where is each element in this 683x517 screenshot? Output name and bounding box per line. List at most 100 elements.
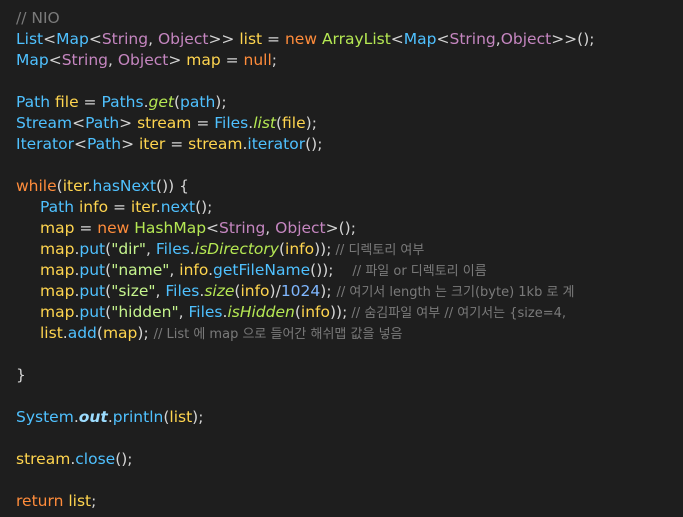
code-line[interactable] (0, 155, 683, 176)
code-line[interactable]: Iterator<Path> iter = stream.iterator(); (0, 134, 683, 155)
code-token: info (285, 240, 315, 258)
code-line[interactable]: } (0, 365, 683, 386)
code-token: new (97, 219, 130, 237)
code-line[interactable]: map.put("name", info.getFileName()); // … (0, 260, 683, 281)
code-line[interactable]: Stream<Path> stream = Files.list(file); (0, 113, 683, 134)
code-token: stream (16, 450, 71, 468)
code-token: info (179, 261, 209, 279)
code-token: iterator (247, 135, 306, 153)
code-line[interactable]: Map<String, Object> map = null; (0, 50, 683, 71)
code-line[interactable]: Path info = iter.next(); (0, 197, 683, 218)
code-line[interactable]: // NIO (0, 8, 683, 29)
code-line[interactable] (0, 470, 683, 491)
code-token: list (169, 408, 193, 426)
code-line[interactable] (0, 344, 683, 365)
code-token: iter (138, 135, 166, 153)
code-token: < (72, 114, 86, 132)
code-token: ArrayList (321, 30, 391, 48)
code-token: System (16, 408, 74, 426)
code-line[interactable]: map = new HashMap<String, Object>(); (0, 218, 683, 239)
code-line[interactable]: map.put("hidden", Files.isHidden(info));… (0, 302, 683, 323)
code-token: info (79, 198, 109, 216)
code-token: = (78, 93, 102, 111)
code-token: Object (157, 30, 209, 48)
code-token: HashMap (134, 219, 207, 237)
code-token: list (40, 324, 63, 342)
code-token: (); (115, 450, 133, 468)
code-token: ()) { (156, 177, 189, 195)
code-token: > (121, 135, 139, 153)
code-token: iter (130, 198, 156, 216)
code-line[interactable]: while(iter.hasNext()) { (0, 176, 683, 197)
code-token: ()); (310, 261, 349, 279)
code-token: getFileName (213, 261, 311, 279)
code-token: ); (137, 324, 154, 342)
code-token: Object (117, 51, 169, 69)
code-token: String (219, 219, 266, 237)
code-token: )); (329, 303, 348, 321)
code-token: null (243, 51, 272, 69)
code-line[interactable]: list.add(map); // List 에 map 으로 들어간 해쉬맵 … (0, 323, 683, 344)
code-line[interactable]: map.put("size", Files.size(info)/1024); … (0, 281, 683, 302)
code-token: "size" (111, 282, 156, 300)
code-line[interactable] (0, 386, 683, 407)
code-token: while (16, 177, 57, 195)
code-token: >(); (325, 219, 356, 237)
code-token: )/ (269, 282, 281, 300)
code-token: map (40, 219, 75, 237)
code-token: info (240, 282, 270, 300)
code-line[interactable] (0, 428, 683, 449)
code-line[interactable]: Path file = Paths.get(path); (0, 92, 683, 113)
code-token: Object (275, 219, 326, 237)
code-token: < (88, 30, 102, 48)
code-token: String (449, 30, 496, 48)
code-token: map (102, 324, 138, 342)
code-line[interactable]: List<Map<String, Object>> list = new Arr… (0, 29, 683, 50)
code-line[interactable]: map.put("dir", Files.isDirectory(info));… (0, 239, 683, 260)
code-token: isHidden (227, 303, 295, 321)
code-token: file (55, 93, 79, 111)
code-token: Object (500, 30, 552, 48)
code-token: ); (320, 282, 337, 300)
code-token: String (61, 51, 108, 69)
code-token: Path (85, 114, 120, 132)
code-token: Files (155, 240, 190, 258)
code-token: < (390, 30, 404, 48)
code-token: new (284, 30, 317, 48)
code-token: map (40, 240, 75, 258)
code-token: (); (195, 198, 213, 216)
code-token: next (160, 198, 196, 216)
code-token: < (74, 135, 87, 153)
code-token: size (204, 282, 235, 300)
code-token: path (180, 93, 216, 111)
code-token: list (239, 30, 263, 48)
code-token: , (148, 30, 158, 48)
code-token: Files (165, 282, 200, 300)
code-token: = (220, 51, 244, 69)
code-editor[interactable]: // NIO List<Map<String, Object>> list = n… (0, 0, 683, 517)
code-token: list (253, 114, 276, 132)
code-token: < (206, 219, 220, 237)
code-line[interactable]: stream.close(); (0, 449, 683, 470)
code-token: hasNext (92, 177, 157, 195)
code-token: = (165, 135, 189, 153)
code-token: stream (137, 114, 192, 132)
code-token: String (101, 30, 149, 48)
code-token: Path (40, 198, 75, 216)
code-comment: // List 에 map 으로 들어간 해쉬맵 값을 넣음 (153, 327, 403, 342)
code-token: } (16, 366, 26, 384)
code-token: map (40, 303, 75, 321)
code-token: map (186, 51, 221, 69)
code-line[interactable]: return list; (0, 491, 683, 512)
code-token: , (107, 51, 118, 69)
code-token: info (300, 303, 330, 321)
code-line[interactable] (0, 71, 683, 92)
code-token: return (16, 492, 64, 510)
code-token: Map (16, 51, 49, 69)
code-token: file (282, 114, 306, 132)
code-token: >>(); (551, 30, 595, 48)
code-token: println (112, 408, 164, 426)
code-token: iter (62, 177, 88, 195)
code-token: >> (208, 30, 240, 48)
code-line[interactable]: System.out.println(list); (0, 407, 683, 428)
